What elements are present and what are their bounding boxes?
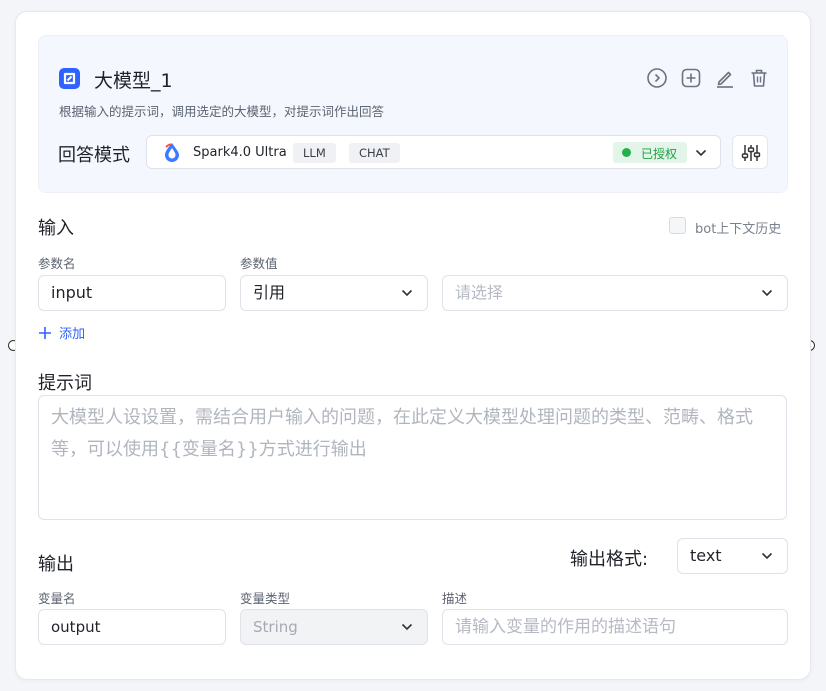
chevron-down-icon [761, 289, 773, 297]
var-name-label: 变量名 [38, 591, 76, 606]
llm-node-card[interactable]: 大模型_1 根据输入的提示词，调用选定的大模型，对提示词作出回答 回答模式 Sp… [15, 11, 811, 680]
add-icon[interactable] [680, 67, 702, 89]
answer-mode-label: 回答模式 [58, 145, 130, 166]
output-section-title: 输出 [38, 554, 74, 575]
reference-select-placeholder: 请选择 [455, 283, 504, 302]
model-tag-llm: LLM [293, 143, 336, 163]
input-section-title: 输入 [38, 218, 74, 239]
plus-icon [39, 327, 51, 339]
status-dot-icon [622, 148, 631, 157]
run-icon[interactable] [646, 67, 668, 89]
add-param-label: 添加 [59, 327, 86, 342]
output-format-select[interactable]: text [677, 538, 788, 574]
node-description: 根据输入的提示词，调用选定的大模型，对提示词作出回答 [59, 104, 385, 119]
model-tag-chat: CHAT [349, 143, 400, 163]
description-label: 描述 [442, 591, 468, 606]
reference-select[interactable]: 请选择 [442, 275, 788, 311]
node-title: 大模型_1 [94, 70, 173, 92]
param-value-label: 参数值 [240, 256, 278, 271]
param-value-type-select[interactable]: 引用 [240, 275, 428, 311]
prompt-section-title: 提示词 [38, 373, 92, 394]
chevron-down-icon [401, 623, 413, 631]
output-description-input[interactable]: 请输入变量的作用的描述语句 [442, 609, 788, 645]
output-format-label: 输出格式: [570, 549, 649, 570]
model-name: Spark4.0 Ultra [193, 145, 287, 160]
auth-status-badge: 已授权 [613, 142, 687, 163]
chevron-down-icon [401, 289, 413, 297]
param-name-input[interactable]: input [38, 275, 226, 311]
prompt-textarea[interactable]: 大模型人设设置，需结合用户输入的问题，在此定义大模型处理问题的类型、范畴、格式等… [38, 395, 787, 520]
sliders-icon [741, 145, 761, 161]
edit-icon[interactable] [714, 67, 736, 89]
param-value-type-text: 引用 [253, 283, 286, 302]
auth-status-text: 已授权 [641, 147, 678, 161]
chevron-down-icon [761, 552, 773, 560]
bot-history-label: bot上下文历史 [695, 222, 782, 237]
add-param-button[interactable]: 添加 [38, 323, 85, 342]
delete-icon[interactable] [748, 67, 770, 89]
spark-logo-icon [161, 141, 183, 163]
param-name-label: 参数名 [38, 256, 76, 271]
node-header: 大模型_1 根据输入的提示词，调用选定的大模型，对提示词作出回答 回答模式 Sp… [38, 35, 788, 193]
llm-node-icon [59, 68, 80, 89]
output-var-name-input[interactable]: output [38, 609, 226, 645]
var-type-label: 变量类型 [240, 591, 291, 606]
chevron-down-icon [695, 149, 707, 157]
output-var-type-select: String [240, 609, 428, 645]
bot-history-checkbox[interactable] [669, 217, 686, 234]
output-format-value: text [690, 546, 722, 565]
model-settings-button[interactable] [732, 135, 768, 169]
model-select[interactable]: Spark4.0 Ultra LLM CHAT 已授权 [146, 135, 721, 169]
output-var-type-value: String [253, 618, 298, 636]
